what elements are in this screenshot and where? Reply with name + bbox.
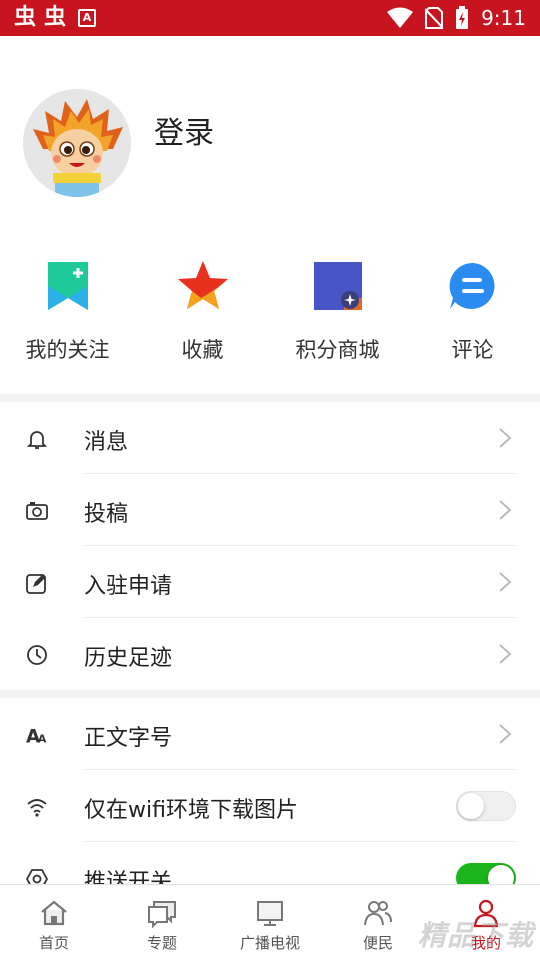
- quick-action-label: 评论: [451, 338, 494, 362]
- tab-topics[interactable]: 专题: [108, 885, 216, 960]
- status-right: 9:11: [387, 4, 526, 32]
- push-toggle[interactable]: [456, 863, 516, 884]
- menu-group-account: 消息 投稿 入驻申请 历史足迹: [0, 402, 540, 690]
- status-left: 虫 虫 A: [14, 4, 97, 32]
- watermark: 精品下载: [417, 919, 534, 952]
- comment-icon: [449, 262, 494, 309]
- chevron-right-icon: [499, 572, 512, 592]
- tab-broadcast-tv[interactable]: 广播电视: [216, 885, 324, 960]
- tab-label: 专题: [146, 934, 177, 952]
- menu-group-settings: AA 正文字号 仅在wifi环境下载图片 推送开关: [0, 698, 540, 884]
- star-icon: [177, 261, 228, 309]
- menu-item-label: 仅在wifi环境下载图片: [84, 798, 298, 823]
- chevron-right-icon: [499, 724, 512, 744]
- tab-home[interactable]: 首页: [0, 885, 108, 960]
- quick-action-label: 我的关注: [25, 338, 110, 362]
- menu-item-label: 入驻申请: [84, 574, 173, 599]
- chevron-right-icon: [499, 644, 512, 664]
- wifi-icon: [27, 799, 47, 817]
- quick-actions: 我的关注 收藏 积分商城 评论: [0, 258, 540, 364]
- chevron-right-icon: [499, 500, 512, 520]
- quick-action-favorite[interactable]: 收藏: [135, 258, 270, 364]
- chevron-right-icon: [499, 428, 512, 448]
- people-icon: [364, 901, 392, 926]
- clock-icon: [27, 645, 47, 665]
- tab-label: 便民: [362, 934, 393, 952]
- login-link[interactable]: 登录: [154, 108, 214, 152]
- quick-action-comment[interactable]: 评论: [405, 258, 540, 364]
- tab-services[interactable]: 便民: [324, 885, 432, 960]
- toggle-knob: [458, 793, 484, 819]
- profile-section: 登录 我的关注 收藏 积分商城 评论: [0, 36, 540, 394]
- status-time: 9:11: [481, 6, 526, 30]
- menu-item-submit[interactable]: 投稿: [0, 474, 540, 546]
- quick-action-points-mall[interactable]: 积分商城: [270, 258, 405, 364]
- quick-action-label: 收藏: [181, 338, 224, 362]
- tab-label: 广播电视: [239, 934, 300, 952]
- bell-icon: [26, 431, 48, 449]
- status-bar: 虫 虫 A 9:11: [0, 0, 540, 36]
- points-mall-icon: [313, 262, 362, 310]
- no-sim-icon: [425, 7, 444, 29]
- edit-icon: [26, 574, 46, 594]
- tab-label: 首页: [38, 934, 69, 952]
- quick-action-label: 积分商城: [295, 338, 380, 362]
- toggle-knob: [488, 865, 514, 884]
- font-size-icon: AA: [26, 726, 47, 746]
- wifi-images-toggle[interactable]: [456, 791, 516, 821]
- camera-icon: [26, 502, 48, 520]
- menu-item-font-size[interactable]: AA 正文字号: [0, 698, 540, 770]
- menu-item-history[interactable]: 历史足迹: [0, 618, 540, 690]
- menu-item-label: 投稿: [84, 502, 129, 527]
- home-icon: [41, 900, 67, 926]
- notification-a-icon: A: [78, 9, 97, 27]
- menu-item-label: 正文字号: [84, 726, 173, 751]
- menu-item-label: 推送开关: [84, 870, 173, 884]
- gear-icon: [26, 869, 48, 884]
- app-notification-icon-2: 虫: [44, 5, 67, 30]
- menu-item-label: 历史足迹: [84, 646, 173, 671]
- bookmark-icon: [47, 262, 88, 310]
- wifi-signal-icon: [387, 7, 414, 28]
- avatar[interactable]: [23, 89, 131, 197]
- battery-charging-icon: [456, 6, 469, 29]
- menu-item-messages[interactable]: 消息: [0, 402, 540, 474]
- tv-icon: [257, 901, 283, 926]
- quick-action-follow[interactable]: 我的关注: [0, 258, 135, 364]
- svg-text:A: A: [38, 732, 47, 745]
- menu-item-wifi-images: 仅在wifi环境下载图片: [0, 770, 540, 842]
- menu-item-push: 推送开关: [0, 842, 540, 884]
- mascot-avatar-icon: [23, 89, 131, 197]
- menu-item-label: 消息: [84, 430, 129, 455]
- app-notification-icon-1: 虫: [14, 5, 37, 30]
- topic-icon: [148, 901, 176, 928]
- menu-item-apply[interactable]: 入驻申请: [0, 546, 540, 618]
